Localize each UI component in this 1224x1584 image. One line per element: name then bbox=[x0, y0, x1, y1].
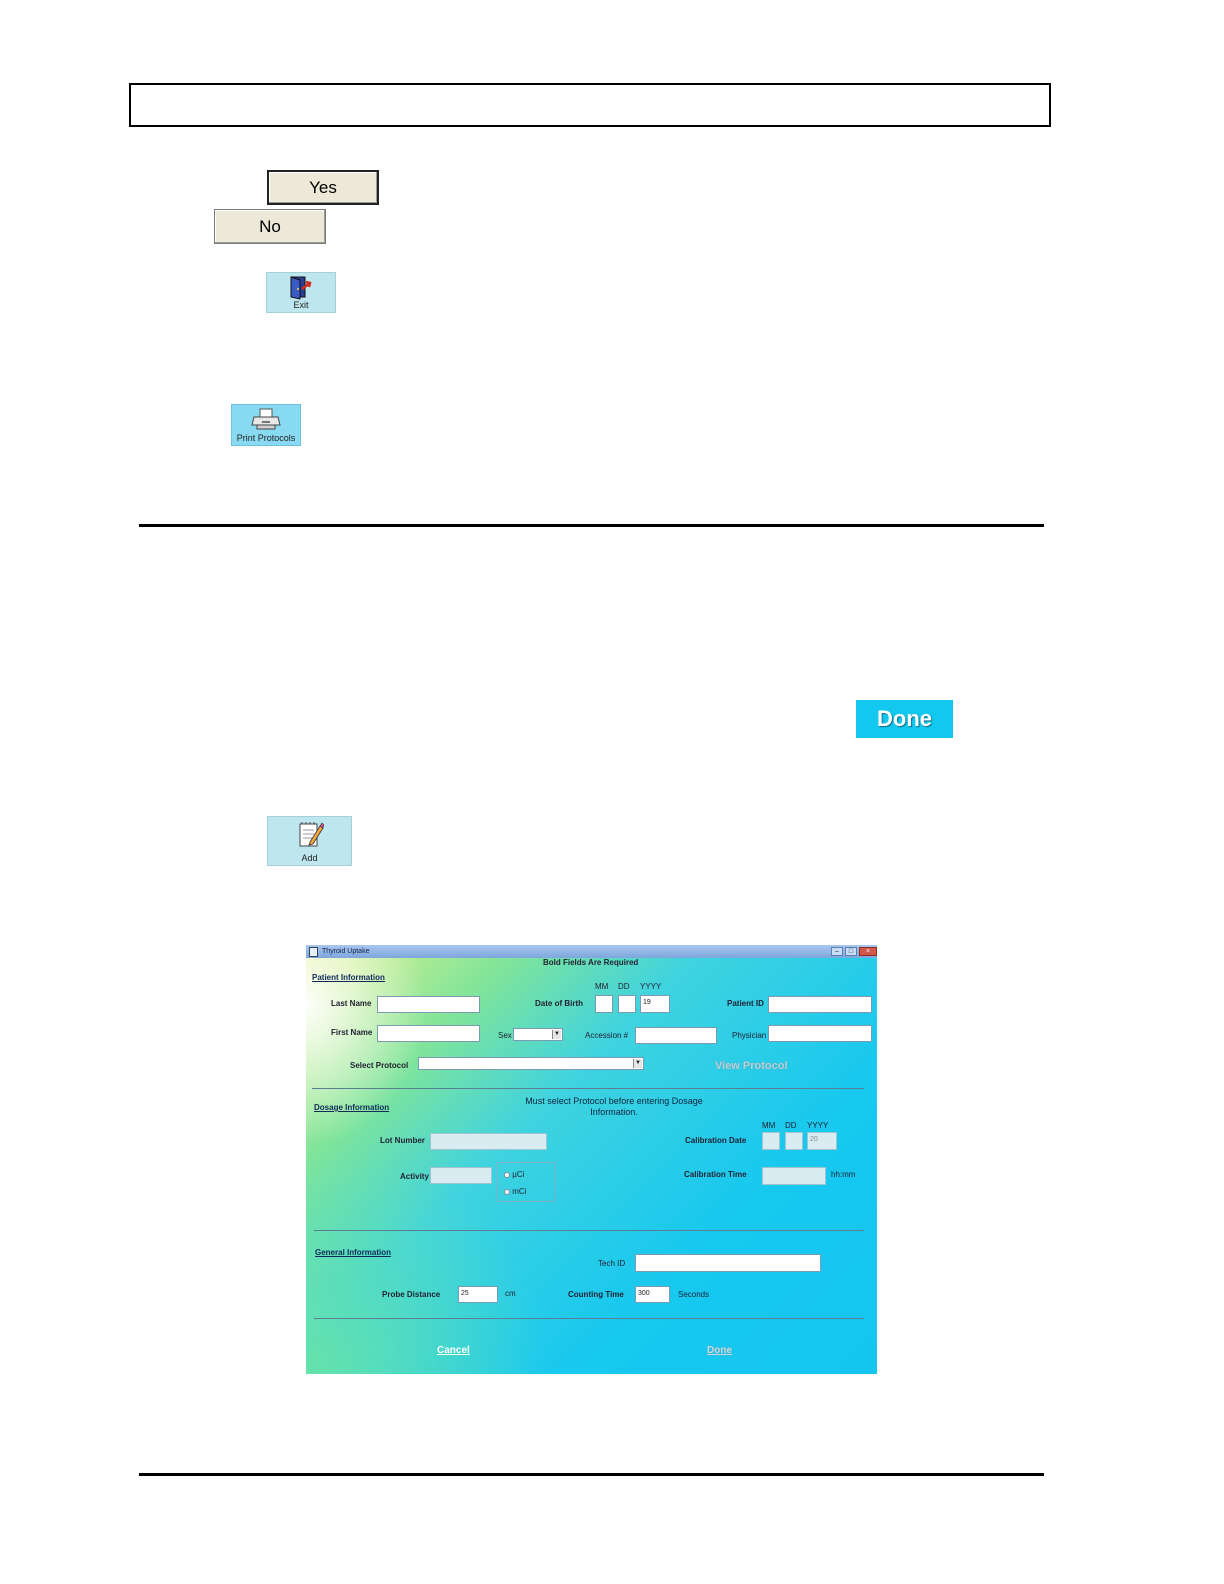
dob-mm-label: MM bbox=[595, 982, 609, 991]
cal-day-field[interactable] bbox=[785, 1132, 803, 1150]
uci-label: µCi bbox=[512, 1170, 525, 1179]
first-name-field[interactable] bbox=[377, 1025, 480, 1042]
physician-label: Physician bbox=[732, 1031, 767, 1040]
dob-label: Date of Birth bbox=[535, 999, 583, 1008]
select-protocol-label: Select Protocol bbox=[350, 1061, 409, 1070]
window-app-icon bbox=[309, 946, 318, 957]
thyroid-uptake-dialog: Thyroid Uptake – □ × Bold Fields Are Req… bbox=[306, 945, 877, 1374]
minimize-icon[interactable]: – bbox=[831, 947, 843, 956]
no-button-label: No bbox=[259, 216, 281, 236]
dialog-title: Thyroid Uptake bbox=[322, 948, 370, 955]
counting-time-field[interactable]: 300 bbox=[635, 1286, 670, 1303]
close-icon[interactable]: × bbox=[859, 947, 877, 956]
dob-yyyy-label: YYYY bbox=[640, 982, 662, 991]
last-name-field[interactable] bbox=[377, 996, 480, 1013]
dob-month-field[interactable] bbox=[595, 995, 613, 1013]
no-button[interactable]: No bbox=[214, 209, 326, 244]
cal-yyyy-label: YYYY bbox=[807, 1121, 829, 1130]
calibration-date-label: Calibration Date bbox=[685, 1136, 747, 1145]
required-note: Bold Fields Are Required bbox=[543, 958, 639, 967]
counting-time-label: Counting Time bbox=[568, 1290, 624, 1299]
cal-month-field[interactable] bbox=[762, 1132, 780, 1150]
cm-label: cm bbox=[505, 1289, 516, 1298]
exit-button-label: Exit bbox=[293, 300, 309, 310]
add-button[interactable]: Add bbox=[267, 816, 352, 866]
exit-door-icon bbox=[288, 273, 314, 300]
chevron-down-icon: ▼ bbox=[552, 1030, 561, 1039]
lot-number-label: Lot Number bbox=[380, 1136, 425, 1145]
done-button[interactable]: Done bbox=[856, 700, 953, 738]
physician-field[interactable] bbox=[768, 1025, 872, 1042]
first-name-label: First Name bbox=[331, 1028, 373, 1037]
page-footer-rule bbox=[139, 1473, 1044, 1476]
tech-id-label: Tech ID bbox=[598, 1259, 626, 1268]
mci-label: mCi bbox=[512, 1187, 527, 1196]
cancel-button[interactable]: Cancel bbox=[437, 1345, 470, 1356]
cal-dd-label: DD bbox=[785, 1121, 797, 1130]
maximize-icon[interactable]: □ bbox=[845, 947, 857, 956]
dob-year-field[interactable]: 19 bbox=[640, 995, 670, 1013]
probe-distance-field[interactable]: 25 bbox=[458, 1286, 498, 1303]
patient-id-field[interactable] bbox=[768, 996, 872, 1013]
yes-button[interactable]: Yes bbox=[267, 170, 379, 205]
dosage-section-heading: Dosage Information bbox=[314, 1103, 390, 1112]
yes-button-label: Yes bbox=[309, 177, 337, 197]
general-section-heading: General Information bbox=[315, 1248, 392, 1257]
print-protocols-button[interactable]: Print Protocols bbox=[231, 404, 301, 446]
separator bbox=[312, 1088, 864, 1089]
sex-select[interactable]: ▼ bbox=[513, 1028, 563, 1041]
print-protocols-label: Print Protocols bbox=[236, 433, 296, 443]
view-protocol-button[interactable]: View Protocol bbox=[715, 1060, 788, 1072]
chevron-down-icon: ▼ bbox=[633, 1059, 642, 1068]
calibration-time-label: Calibration Time bbox=[684, 1170, 747, 1179]
lot-number-field[interactable] bbox=[430, 1133, 547, 1150]
done-button-label: Done bbox=[877, 706, 932, 731]
cal-mm-label: MM bbox=[762, 1121, 776, 1130]
separator bbox=[314, 1318, 864, 1319]
accession-field[interactable] bbox=[635, 1027, 717, 1044]
probe-distance-label: Probe Distance bbox=[382, 1290, 441, 1299]
add-button-label: Add bbox=[301, 853, 318, 863]
calibration-time-field[interactable] bbox=[762, 1167, 826, 1185]
activity-unit-group: µCi mCi bbox=[497, 1162, 555, 1202]
dialog-titlebar: Thyroid Uptake – □ × bbox=[306, 945, 877, 958]
sex-label: Sex bbox=[498, 1031, 512, 1040]
patient-section-heading: Patient Information bbox=[312, 973, 385, 982]
protocol-select[interactable]: ▼ bbox=[418, 1057, 644, 1070]
section-divider bbox=[139, 524, 1044, 527]
hhmm-label: hh:mm bbox=[831, 1170, 856, 1179]
radio-circle-icon bbox=[504, 1171, 510, 1178]
page-header-box bbox=[129, 83, 1051, 127]
notepad-pencil-icon bbox=[296, 817, 324, 853]
cal-year-field[interactable]: 20 bbox=[807, 1132, 837, 1150]
uci-option[interactable]: µCi bbox=[504, 1170, 524, 1179]
accession-label: Accession # bbox=[585, 1031, 629, 1040]
tech-id-field[interactable] bbox=[635, 1254, 821, 1272]
radio-circle-icon bbox=[504, 1188, 510, 1195]
seconds-label: Seconds bbox=[678, 1290, 710, 1299]
last-name-label: Last Name bbox=[331, 999, 372, 1008]
dob-dd-label: DD bbox=[618, 982, 630, 991]
dialog-done-button[interactable]: Done bbox=[707, 1345, 732, 1356]
activity-field[interactable] bbox=[430, 1167, 492, 1184]
patient-id-label: Patient ID bbox=[727, 999, 764, 1008]
separator bbox=[314, 1230, 864, 1231]
activity-label: Activity bbox=[400, 1172, 429, 1181]
dosage-note: Must select Protocol before entering Dos… bbox=[525, 1096, 703, 1117]
dob-day-field[interactable] bbox=[618, 995, 636, 1013]
exit-button[interactable]: Exit bbox=[266, 272, 336, 313]
printer-icon bbox=[251, 405, 281, 433]
mci-option[interactable]: mCi bbox=[504, 1187, 526, 1196]
